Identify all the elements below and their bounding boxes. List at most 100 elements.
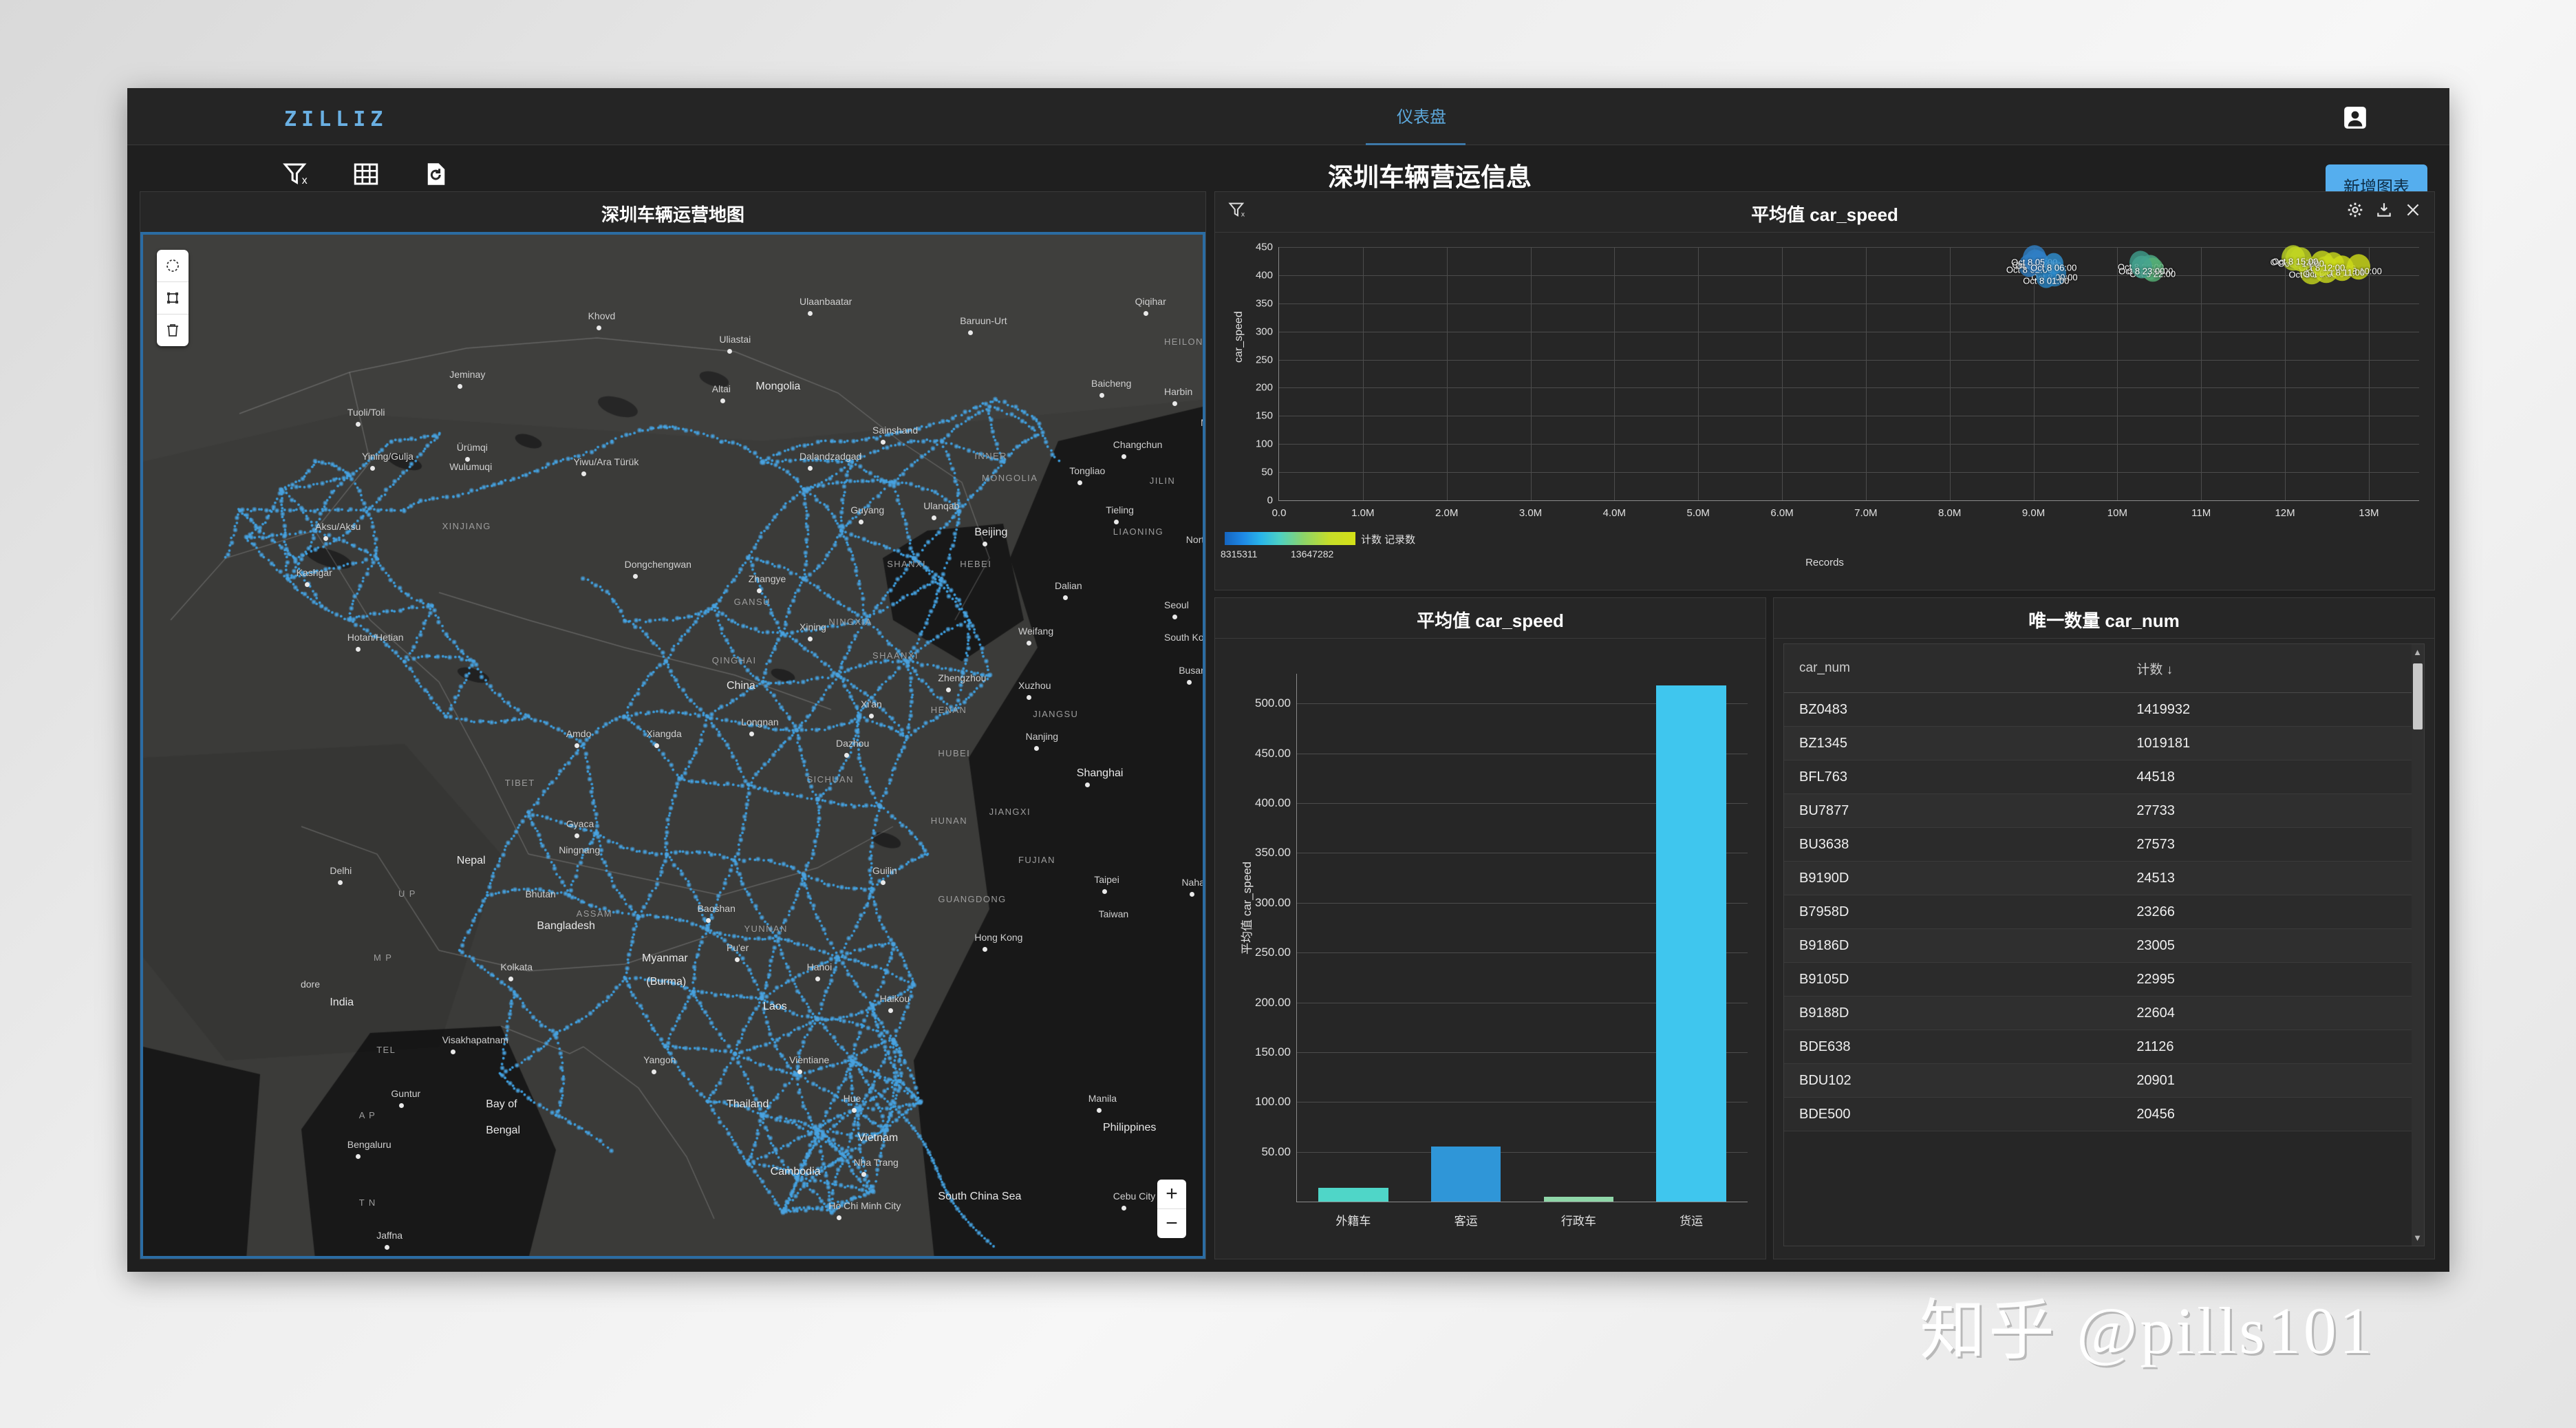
bar-body: 50.00 100.00 150.00 200.00 250.00 300.00 350.0… bbox=[1215, 638, 1765, 1259]
table-row[interactable]: BZ1345 1019181 bbox=[1784, 727, 2424, 760]
legend-label: 计数 记录数 bbox=[1361, 534, 1416, 546]
legend-min-value: 8315311 bbox=[1221, 548, 1258, 560]
gridline bbox=[1949, 247, 1951, 500]
cell-car-num: BDE500 bbox=[1799, 1106, 1851, 1122]
lasso-circle-icon[interactable] bbox=[157, 250, 189, 282]
map-panel-title: 深圳车辆运营地图 bbox=[601, 204, 744, 225]
map-city-dot bbox=[888, 1008, 893, 1014]
y-axis-tick: 150 bbox=[1255, 409, 1273, 422]
table-row[interactable]: BZ0483 1419932 bbox=[1784, 693, 2424, 727]
table-scrollbar[interactable]: ▲ ▼ bbox=[2412, 644, 2424, 1246]
cell-car-num: B9105D bbox=[1799, 971, 1849, 987]
y-axis-tick: 250 bbox=[1255, 354, 1273, 366]
scatter-point-label: Oct 8 15:00 bbox=[2272, 256, 2319, 267]
scrollbar-thumb[interactable] bbox=[2413, 663, 2423, 729]
bar-column[interactable]: 外籍车 bbox=[1318, 1187, 1388, 1228]
bar-column[interactable]: 货运 bbox=[1656, 685, 1726, 1228]
table-row[interactable]: B9188D 22604 bbox=[1784, 997, 2424, 1030]
table-row[interactable]: BFL763 44518 bbox=[1784, 760, 2424, 794]
table-row[interactable]: BDE500 20456 bbox=[1784, 1098, 2424, 1131]
map-city-dot bbox=[464, 457, 470, 462]
column-header-car-num[interactable]: car_num bbox=[1784, 661, 2136, 676]
cell-car-num: BDU102 bbox=[1799, 1072, 1852, 1088]
cell-count: 22604 bbox=[2136, 1005, 2175, 1021]
reset-icon bbox=[405, 158, 467, 191]
table-rows: BZ0483 1419932 BZ1345 1019181 BFL763 44518 BU7… bbox=[1784, 693, 2424, 1131]
bar-category-label: 货运 bbox=[1679, 1215, 1704, 1228]
map-city-dot bbox=[1033, 745, 1039, 751]
grid-layout-icon bbox=[335, 158, 397, 191]
bar-y-axis-tick: 200.00 bbox=[1255, 995, 1291, 1009]
map-city-dot bbox=[720, 398, 725, 404]
table-row[interactable]: B7958D 23266 bbox=[1784, 895, 2424, 929]
scatter-panel-title: 平均值 car_speed bbox=[1751, 204, 1898, 225]
download-icon[interactable] bbox=[2375, 201, 2393, 222]
scroll-down-icon[interactable]: ▼ bbox=[2413, 1233, 2422, 1243]
page-title: 深圳车辆营运信息 bbox=[1328, 163, 1532, 191]
table-row[interactable]: BU3638 27573 bbox=[1784, 828, 2424, 862]
cell-car-num: BZ0483 bbox=[1799, 701, 1848, 717]
table-row[interactable]: B9105D 22995 bbox=[1784, 963, 2424, 997]
table-row[interactable]: B9186D 23005 bbox=[1784, 929, 2424, 963]
map-city-dot bbox=[654, 743, 660, 748]
trash-icon[interactable] bbox=[157, 315, 189, 346]
x-axis-tick: 3.0M bbox=[1518, 507, 1543, 519]
x-axis-tick: 6.0M bbox=[1770, 507, 1794, 519]
page-root: 知乎 @pills101 ZILLIZ 仪表盘 x 清除 布局 bbox=[0, 0, 2576, 1428]
map-panel: 深圳车辆运营地图 Khovd Ulaanbaatar Uliastai Baruun-… bbox=[140, 191, 1206, 1259]
map-city-dot bbox=[1121, 454, 1126, 459]
cell-count: 21126 bbox=[2136, 1038, 2174, 1054]
map-canvas[interactable]: Khovd Ulaanbaatar Uliastai Baruun-Urt Qiqiha… bbox=[140, 232, 1205, 1259]
gridline bbox=[1279, 472, 2419, 473]
map-city-dot bbox=[574, 743, 579, 748]
x-axis-tick: 9.0M bbox=[2021, 507, 2046, 519]
close-icon[interactable] bbox=[2404, 201, 2422, 222]
scroll-up-icon[interactable]: ▲ bbox=[2413, 647, 2422, 657]
scatter-plot-area[interactable]: 0 50 100 150 200 250 300 350 400 450 0.0 1.0M 2.0M 3.… bbox=[1256, 242, 2419, 519]
bar-y-axis-tick: 300.00 bbox=[1255, 895, 1291, 909]
map-city-dot bbox=[808, 465, 813, 471]
filter-clear-icon: x bbox=[265, 158, 327, 191]
y-axis-tick: 50 bbox=[1261, 466, 1273, 478]
bar-column[interactable]: 行政车 bbox=[1543, 1196, 1614, 1228]
cell-car-num: BZ1345 bbox=[1799, 735, 1848, 751]
tab-dashboard[interactable]: 仪表盘 bbox=[1397, 103, 1446, 137]
map-city-dot bbox=[932, 515, 937, 520]
gridline bbox=[1530, 247, 1532, 500]
scatter-panel-actions bbox=[2346, 201, 2422, 222]
gridline bbox=[2285, 247, 2286, 500]
bar-category-label: 行政车 bbox=[1560, 1215, 1596, 1228]
gridline bbox=[1698, 247, 1699, 500]
bar-column[interactable]: 客运 bbox=[1430, 1147, 1501, 1228]
gridline bbox=[1782, 247, 1783, 500]
table-row[interactable]: BU7877 27733 bbox=[1784, 794, 2424, 828]
zoom-out-button[interactable]: − bbox=[1157, 1209, 1186, 1238]
map-label: Davao bbox=[1150, 1256, 1177, 1259]
column-header-count[interactable]: 计数 ↓ bbox=[2136, 659, 2424, 678]
table-row[interactable]: B9190D 24513 bbox=[1784, 862, 2424, 895]
legend-color-bar bbox=[1225, 532, 1355, 545]
x-axis-tick: 0.0 bbox=[1271, 507, 1287, 519]
map-city-dot bbox=[1172, 615, 1177, 619]
bar-plot-area[interactable]: 50.00 100.00 150.00 200.00 250.00 300.00 350.0… bbox=[1255, 674, 1748, 1228]
gear-icon[interactable] bbox=[2346, 201, 2364, 222]
table-row[interactable]: BDU102 20901 bbox=[1784, 1064, 2424, 1098]
map-city-dot bbox=[1102, 888, 1108, 894]
cell-count: 22995 bbox=[2136, 971, 2175, 987]
map-city-dot bbox=[1099, 392, 1104, 398]
map-city-dot bbox=[881, 439, 886, 445]
x-axis-tick: 13M bbox=[2359, 507, 2379, 519]
map-city-dot bbox=[756, 588, 762, 593]
user-avatar-icon[interactable] bbox=[2342, 105, 2368, 131]
bar-y-axis-tick: 50.00 bbox=[1261, 1144, 1291, 1158]
zoom-in-button[interactable]: + bbox=[1157, 1180, 1186, 1209]
cell-count: 20901 bbox=[2136, 1072, 2175, 1088]
bar-panel-title: 平均值 car_speed bbox=[1417, 610, 1564, 631]
table-row[interactable]: BDE638 21126 bbox=[1784, 1030, 2424, 1064]
map-city-dot bbox=[851, 1107, 857, 1113]
cell-car-num: B9186D bbox=[1799, 937, 1849, 953]
polygon-select-icon[interactable] bbox=[157, 282, 189, 315]
x-axis-tick: 5.0M bbox=[1686, 507, 1710, 519]
gridline bbox=[1279, 247, 2419, 248]
map-zoom-controls: + − bbox=[1157, 1180, 1186, 1238]
